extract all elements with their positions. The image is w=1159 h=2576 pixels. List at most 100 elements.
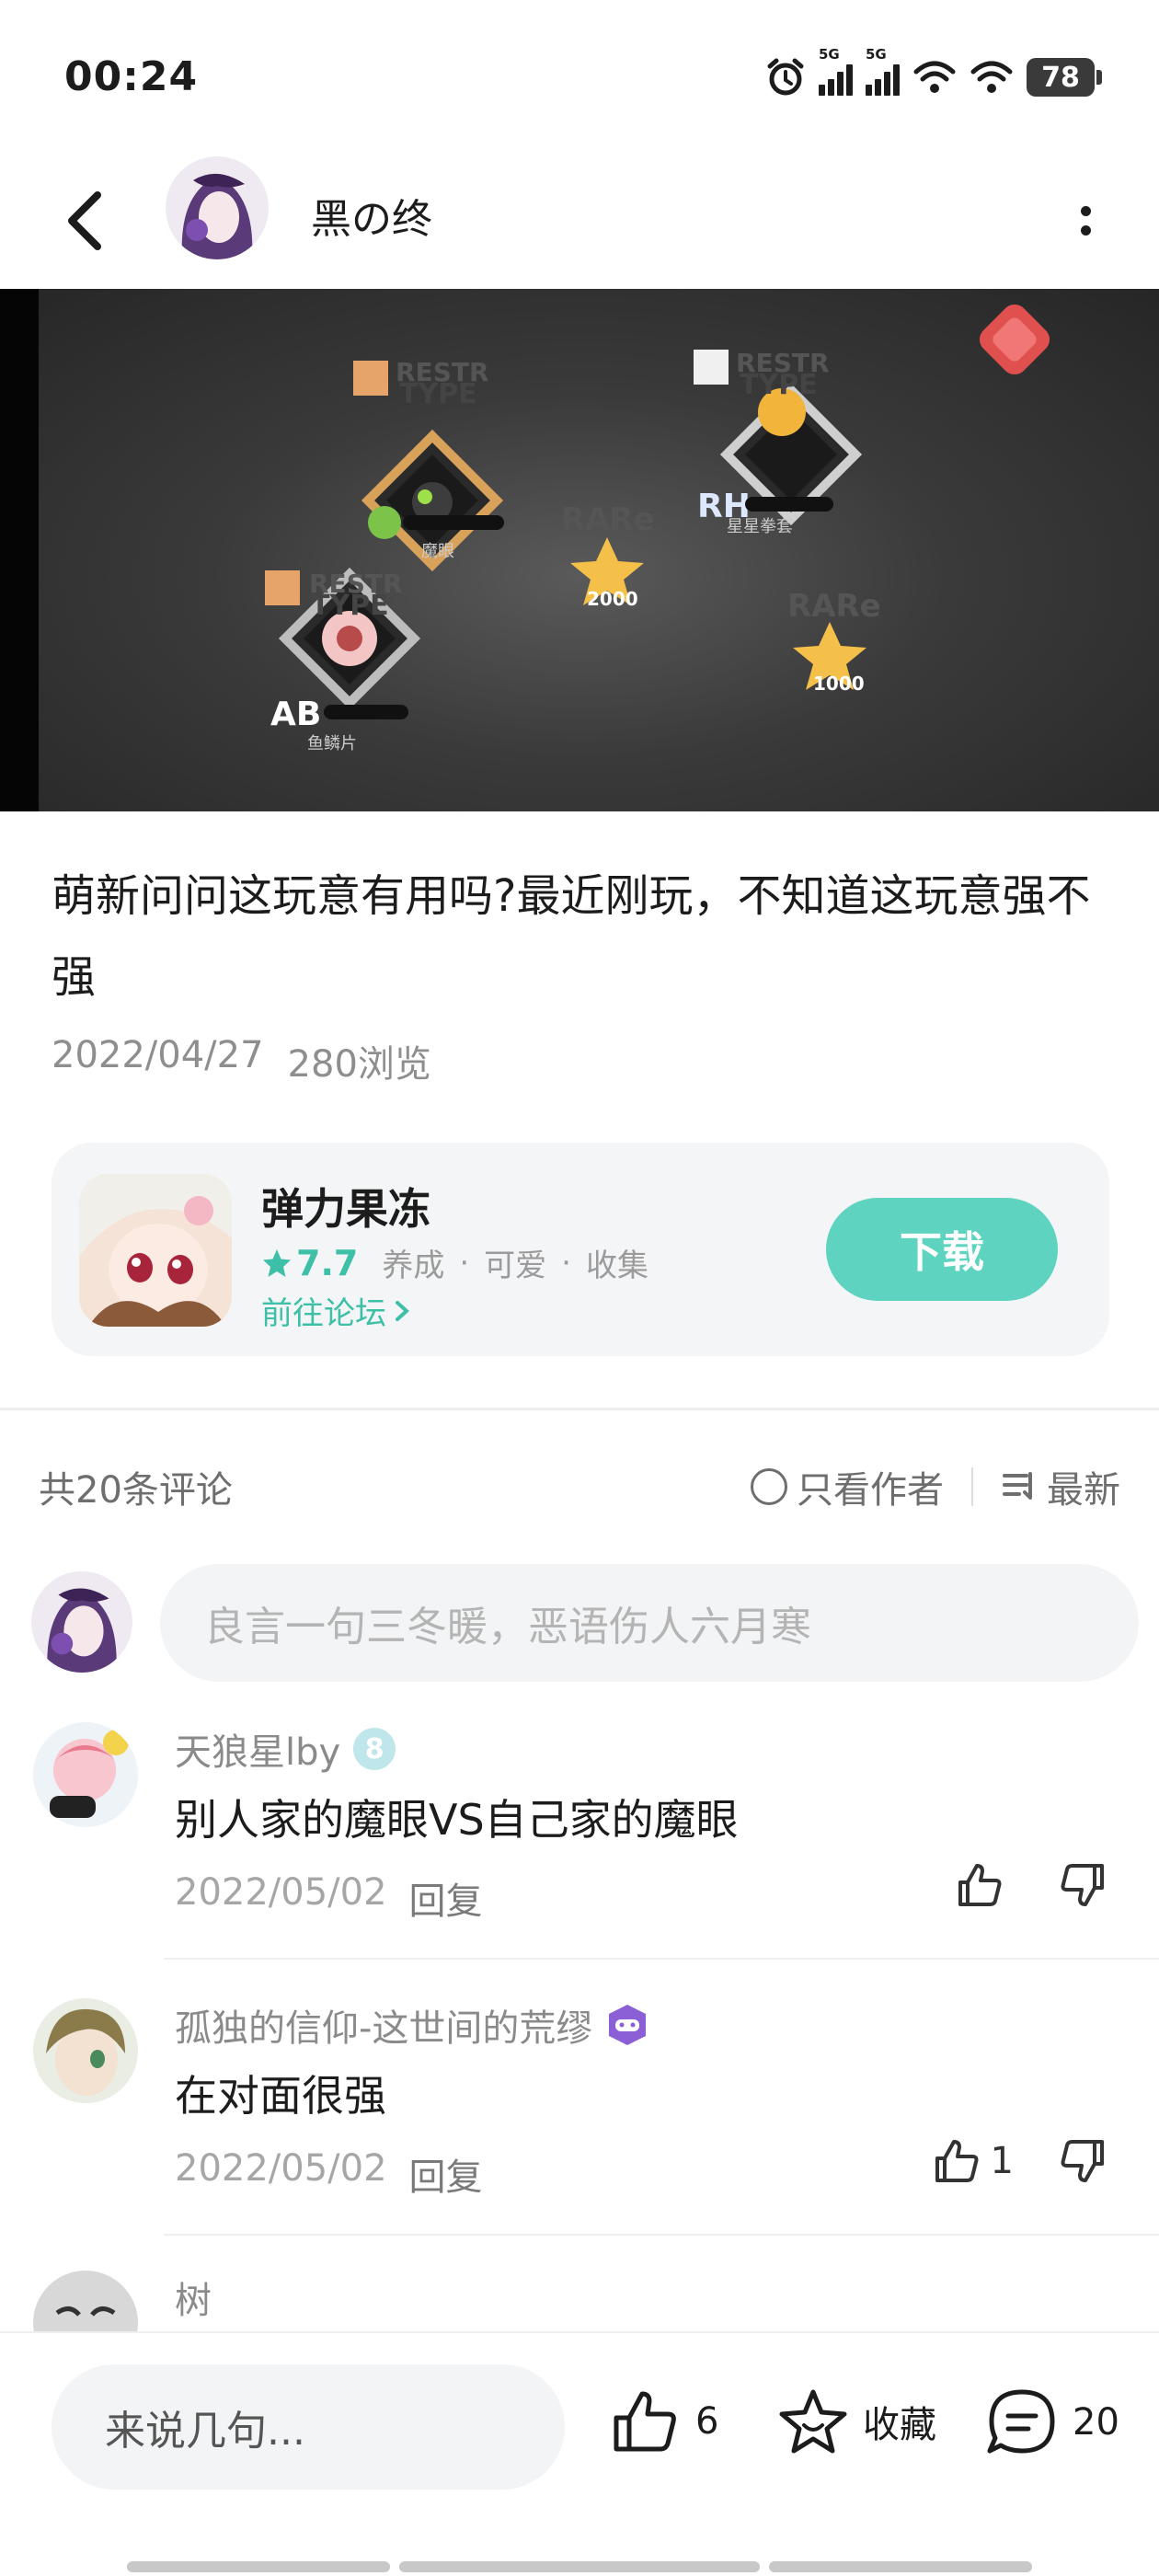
nav-gesture-bar[interactable] (127, 2561, 390, 2572)
post-date: 2022/04/27 (52, 1034, 264, 1076)
svg-text:RARe: RARe (787, 588, 881, 625)
svg-text:AB: AB (270, 696, 321, 733)
signal-icon: 5G (819, 46, 853, 96)
svg-text:2000: 2000 (587, 588, 638, 610)
thumbs-up-icon[interactable] (611, 2388, 681, 2455)
svg-text:星星拳套: 星星拳套 (727, 517, 793, 536)
post-header: 黑の终 (0, 156, 1159, 285)
close-badge-icon (979, 304, 1050, 375)
like-button[interactable]: 1 (932, 2136, 1014, 2186)
thumbs-up-icon[interactable] (955, 1860, 1004, 1910)
game-tag: 可爱 (484, 1248, 547, 1284)
comment-text: 别人家的魔眼VS自己家的魔眼 (175, 1795, 739, 1845)
comment-divider (164, 1958, 1159, 1960)
comment-divider (164, 2234, 1159, 2236)
comment-input[interactable]: 良言一句三冬暖，恶语伤人六月寒 (160, 1564, 1139, 1682)
status-bar: 00:24 5G 5G 78 (0, 0, 1159, 156)
divider (971, 1467, 973, 1506)
game-tag: 收集 (585, 1248, 648, 1284)
svg-text:鱼鳞片: 鱼鳞片 (307, 734, 357, 753)
reply-button[interactable]: 回复 (409, 2147, 483, 2201)
sort-toggle[interactable]: 最新 (1001, 1460, 1120, 1513)
sort-icon (1003, 1472, 1032, 1500)
my-avatar (31, 1571, 132, 1673)
comment-meta: 2022/05/02 回复 (175, 1871, 483, 1925)
svg-text:TYPE: TYPE (399, 378, 477, 410)
bottom-action-bar: 来说几句... 6 收藏 20 (0, 2331, 1159, 2576)
comment-count: 共20条评论 (39, 1469, 233, 1512)
forum-link[interactable]: 前往论坛 (261, 1288, 412, 1333)
comments-button[interactable]: 20 (986, 2388, 1119, 2456)
comment-actions: 1 (932, 2136, 1107, 2186)
star-outline-icon[interactable] (778, 2388, 848, 2455)
game-tag: 养成 (382, 1248, 445, 1284)
thumbs-down-icon[interactable] (1058, 1860, 1107, 1910)
like-count: 1 (990, 2140, 1014, 2182)
star-icon (263, 1248, 291, 1277)
favorite-label: 收藏 (863, 2404, 936, 2446)
tag-separator: · (561, 1244, 571, 1282)
reply-button[interactable]: 回复 (409, 1871, 483, 1925)
restr-type-card-icon: RESTR TYPE 魔眼 (353, 357, 504, 572)
game-rating: 7.7 (261, 1243, 358, 1283)
svg-text:魔眼: 魔眼 (421, 542, 454, 561)
post-meta: 2022/04/27 280浏览 (52, 1034, 431, 1087)
wifi-icon (913, 61, 956, 93)
quick-comment-input[interactable]: 来说几句... (52, 2364, 565, 2490)
author-only-toggle[interactable]: 只看作者 (751, 1460, 944, 1513)
commenter-avatar[interactable] (33, 1722, 138, 1827)
commenter-name[interactable]: 孤独的信仰-这世间的荒缪 (175, 1998, 649, 2052)
signal-icon-2: 5G (866, 46, 900, 96)
favorite-button[interactable]: 收藏 (778, 2388, 936, 2455)
more-options-icon[interactable] (1067, 195, 1104, 247)
status-icons: 5G 5G 78 (765, 46, 1102, 101)
comment-bubble-icon[interactable] (986, 2388, 1058, 2456)
post-like-button[interactable]: 6 (611, 2388, 718, 2455)
svg-text:TYPE: TYPE (740, 369, 818, 401)
restr-type-card-icon: RESTR TYPE RH 星星拳套 (694, 348, 863, 536)
nav-gesture-bar[interactable] (399, 2561, 760, 2572)
nav-gesture-bar[interactable] (769, 2561, 1032, 2572)
game-info: 7.7 养成 · 可爱 · 收集 (261, 1240, 648, 1285)
svg-text:1000: 1000 (813, 673, 865, 695)
like-button[interactable] (955, 1860, 1014, 1910)
tag-separator: · (459, 1244, 470, 1282)
post-like-count: 6 (695, 2400, 719, 2443)
author-name[interactable]: 黑の终 (311, 186, 432, 245)
restr-type-card-icon: RESTR TYPE AB 鱼鳞片 (265, 567, 421, 753)
status-time: 00:24 (64, 53, 199, 100)
game-screenshot: RESTR TYPE 魔眼 RESTR TYPE RH 星星拳套 RESTR T… (265, 304, 1050, 753)
comments-count: 20 (1073, 2401, 1119, 2444)
commenter-name[interactable]: 天狼星lby 8 (175, 1722, 396, 1776)
rare-items-star-icon: RARe 1000 (787, 588, 881, 695)
author-avatar[interactable] (166, 156, 269, 259)
post-title: 萌新问问这玩意有用吗?最近刚玩，不知道这玩意强不强 (52, 870, 1091, 1003)
comments-header: 共20条评论 只看作者 最新 (39, 1457, 1120, 1516)
comment-date: 2022/05/02 (175, 1871, 387, 1914)
battery-indicator: 78 (1027, 58, 1102, 97)
thumbs-up-icon[interactable] (932, 2136, 981, 2186)
comment-date: 2022/05/02 (175, 2147, 387, 2190)
comment-meta: 2022/05/02 回复 (175, 2147, 483, 2201)
commenter-name[interactable]: 树 (175, 2271, 212, 2324)
comment-actions (955, 1860, 1107, 1910)
wifi-icon-2 (970, 61, 1013, 93)
post-image[interactable]: RESTR TYPE 魔眼 RESTR TYPE RH 星星拳套 RESTR T… (0, 289, 1159, 811)
rare-items-star-icon: RARe 2000 (561, 501, 655, 610)
post-views: 280浏览 (287, 1043, 431, 1086)
radio-icon[interactable] (751, 1468, 787, 1505)
commenter-avatar[interactable] (33, 1998, 138, 2103)
gamepad-badge-icon (609, 2005, 647, 2045)
comment-text: 在对面很强 (175, 2071, 386, 2121)
chevron-right-icon (396, 1300, 409, 1321)
section-divider (0, 1408, 1159, 1410)
thumbs-down-icon[interactable] (1058, 2136, 1107, 2186)
game-app-icon[interactable] (79, 1174, 232, 1327)
download-button[interactable]: 下载 (826, 1198, 1058, 1301)
back-arrow-icon[interactable] (55, 184, 120, 258)
comment-input-row: 良言一句三冬暖，恶语伤人六月寒 (31, 1564, 1139, 1684)
game-card[interactable]: 弹力果冻 7.7 养成 · 可爱 · 收集 前往论坛 下载 (52, 1143, 1109, 1356)
svg-text:TYPE: TYPE (311, 590, 389, 622)
alarm-icon (767, 58, 804, 96)
game-name[interactable]: 弹力果冻 (261, 1176, 430, 1236)
